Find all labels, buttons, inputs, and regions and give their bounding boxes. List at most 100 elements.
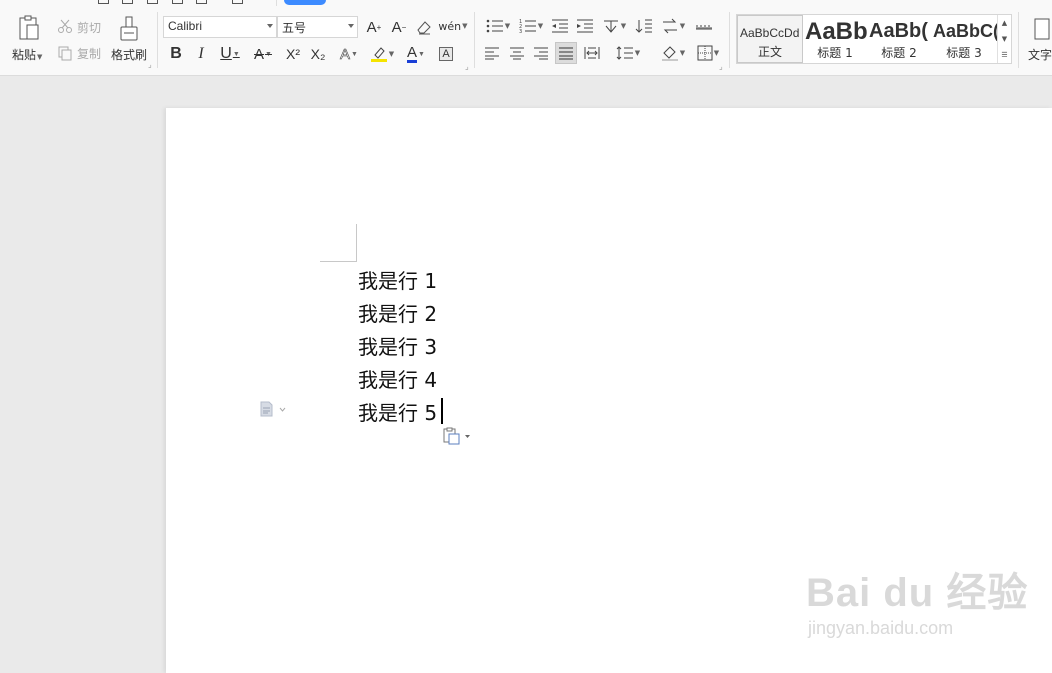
- style-heading-2-caption: 标题 2: [881, 46, 917, 60]
- style-heading-1-caption: 标题 1: [817, 46, 853, 60]
- char-border-glyph: A: [439, 47, 453, 61]
- text-direction-icon[interactable]: [633, 16, 655, 36]
- preview-icon[interactable]: [147, 0, 158, 4]
- distribute-icon[interactable]: [582, 43, 602, 63]
- font-name-value: Calibri: [168, 19, 203, 33]
- paragraph-line[interactable]: 我是行 3: [358, 331, 437, 360]
- font-name-dropdown-icon[interactable]: [267, 24, 273, 28]
- styles-scroll[interactable]: ▲ ▼ ☰: [997, 15, 1011, 63]
- text-tools-button[interactable]: 文字: [1028, 46, 1052, 63]
- paint-bucket-icon: [661, 45, 679, 61]
- ruler-toggle-icon[interactable]: [693, 16, 715, 36]
- style-heading-3-preview: AaBbC(: [933, 21, 997, 41]
- more-icon[interactable]: [232, 0, 243, 4]
- paste-button[interactable]: [16, 14, 42, 42]
- style-heading-2[interactable]: AaBb( 标题 2: [867, 15, 931, 63]
- watermark-brand: Bai du 经验: [806, 571, 1029, 615]
- redo-icon[interactable]: [196, 0, 207, 4]
- font-size-combo[interactable]: 五号: [277, 16, 358, 38]
- align-right-icon[interactable]: [531, 43, 551, 63]
- paragraph-line[interactable]: 我是行 4: [358, 364, 437, 393]
- paragraph-launcher-icon[interactable]: ⌟: [719, 62, 723, 71]
- style-heading-1-preview: AaBb: [805, 18, 867, 45]
- borders-button[interactable]: ▼: [693, 43, 723, 63]
- quick-access-toolbar: [0, 0, 1052, 6]
- italic-button[interactable]: I: [191, 43, 211, 65]
- paragraph-options-button[interactable]: [259, 401, 287, 420]
- paste-options-icon: [443, 427, 473, 448]
- borders-icon: [697, 45, 713, 61]
- font-size-dropdown-icon[interactable]: [348, 24, 354, 28]
- chevron-down-icon[interactable]: ▼: [1002, 35, 1007, 43]
- superscript-button[interactable]: X²: [282, 43, 304, 65]
- chinese-layout-icon: [602, 18, 620, 34]
- copy-button[interactable]: 复制: [77, 45, 101, 62]
- save-icon[interactable]: [98, 0, 109, 4]
- sort-button[interactable]: ▼: [659, 16, 687, 36]
- bullets-button[interactable]: ▼: [484, 16, 512, 36]
- styles-more-icon[interactable]: ☰: [1001, 51, 1007, 59]
- paragraph-line[interactable]: 我是行 2: [358, 298, 437, 327]
- styles-gallery: AaBbCcDd 正文 AaBb 标题 1 AaBb( 标题 2 AaBbC( …: [736, 14, 1012, 64]
- watermark-url: jingyan.baidu.com: [808, 618, 954, 638]
- bold-button[interactable]: B: [166, 43, 186, 65]
- bullet-list-icon: [486, 18, 504, 34]
- print-icon[interactable]: [122, 0, 133, 4]
- cut-button[interactable]: 剪切: [77, 19, 101, 36]
- paragraph-line[interactable]: 我是行 1: [358, 265, 437, 294]
- format-painter-icon[interactable]: [118, 14, 140, 44]
- font-launcher-icon[interactable]: ⌟: [465, 62, 469, 71]
- shrink-font-glyph: A: [391, 18, 402, 36]
- increase-indent-icon[interactable]: [575, 16, 595, 36]
- paste-dropdown-icon[interactable]: ▼: [37, 53, 42, 61]
- underline-button[interactable]: U ▼: [215, 43, 245, 65]
- font-name-combo[interactable]: Calibri: [163, 16, 277, 38]
- underline-glyph: U: [220, 45, 232, 62]
- style-normal[interactable]: AaBbCcDd 正文: [737, 15, 803, 63]
- accent-tab[interactable]: [284, 0, 326, 5]
- margin-corner-mark-horizontal: [320, 261, 357, 262]
- font-color-button[interactable]: A ▼: [401, 43, 431, 65]
- clipboard-icon: [17, 14, 41, 42]
- paste-options-button[interactable]: [443, 427, 473, 448]
- paste-label[interactable]: 粘贴▼: [12, 46, 42, 63]
- align-left-icon[interactable]: [482, 43, 502, 63]
- line-spacing-button[interactable]: ▼: [614, 43, 642, 63]
- chevron-up-icon[interactable]: ▲: [1002, 19, 1007, 27]
- strikethrough-button[interactable]: A ▼: [248, 43, 278, 65]
- justify-icon[interactable]: [555, 42, 577, 64]
- align-center-icon[interactable]: [507, 43, 527, 63]
- line-spacing-icon: [616, 45, 634, 61]
- char-border-button[interactable]: A: [436, 43, 456, 65]
- decrease-indent-icon[interactable]: [550, 16, 570, 36]
- ribbon-toolbar: 粘贴▼ 剪切 复制 格式刷 ⌟ Calibri 五号 A + A − wén ▼ B …: [0, 0, 1052, 76]
- shrink-font-button[interactable]: A −: [389, 16, 409, 38]
- pinyin-glyph: wén: [438, 19, 462, 33]
- font-size-value: 五号: [282, 21, 307, 35]
- pinyin-guide-button[interactable]: wén ▼: [438, 15, 468, 37]
- sort-icon: [661, 18, 679, 34]
- format-painter-button[interactable]: 格式刷: [111, 46, 147, 63]
- chinese-layout-button[interactable]: ▼: [600, 16, 628, 36]
- text-tools-icon[interactable]: [1032, 16, 1052, 42]
- style-normal-caption: 正文: [757, 45, 782, 59]
- text-effects-button[interactable]: A ▼: [334, 43, 364, 65]
- copy-icon[interactable]: [56, 44, 74, 62]
- paragraph-line[interactable]: 我是行 5: [358, 397, 437, 426]
- clear-format-icon[interactable]: [414, 17, 434, 37]
- shading-button[interactable]: ▼: [658, 43, 688, 63]
- cut-icon[interactable]: [56, 17, 74, 35]
- font-color-glyph: A: [407, 43, 418, 63]
- text-effects-glyph: A: [340, 45, 351, 63]
- style-heading-1[interactable]: AaBb 标题 1: [803, 15, 867, 63]
- clipboard-launcher-icon[interactable]: ⌟: [148, 60, 152, 69]
- subscript-button[interactable]: X₂: [307, 43, 329, 65]
- style-heading-3[interactable]: AaBbC( 标题 3: [931, 15, 997, 63]
- grow-font-glyph: A: [366, 18, 377, 36]
- undo-icon[interactable]: [172, 0, 183, 4]
- highlighter-icon: [370, 45, 388, 63]
- highlight-button[interactable]: ▼: [367, 43, 397, 65]
- numbering-button[interactable]: 1 2 3 ▼: [517, 16, 545, 36]
- grow-font-button[interactable]: A +: [364, 16, 384, 38]
- strikethrough-glyph: A: [254, 45, 265, 63]
